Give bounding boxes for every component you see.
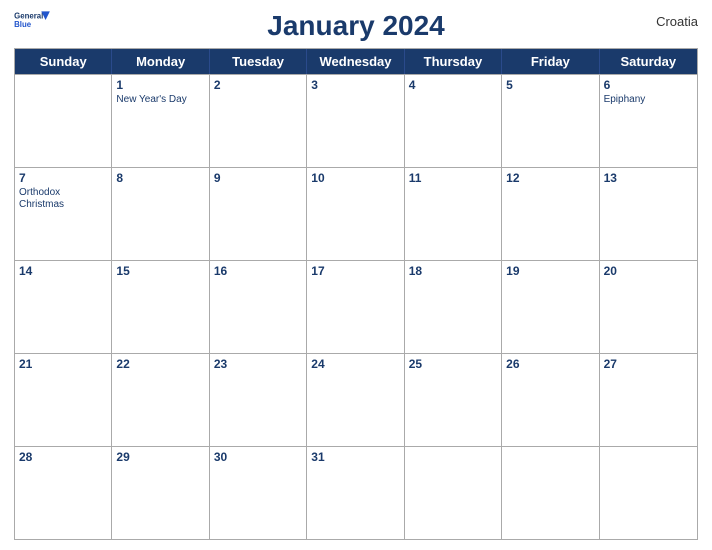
day-cell: 3 [307,75,404,167]
day-cell: 27 [600,354,697,446]
day-number: 20 [604,264,693,278]
day-number: 7 [19,171,107,185]
day-number: 25 [409,357,497,371]
day-number: 8 [116,171,204,185]
day-number: 3 [311,78,399,92]
day-number: 2 [214,78,302,92]
calendar-header: General Blue January 2024 Croatia [14,10,698,42]
country-label: Croatia [656,14,698,29]
day-number: 13 [604,171,693,185]
calendar-grid: SundayMondayTuesdayWednesdayThursdayFrid… [14,48,698,540]
day-cell: 31 [307,447,404,539]
day-number: 24 [311,357,399,371]
day-cell: 28 [15,447,112,539]
week-row-1: 1 New Year's Day 23456 Epiphany [15,74,697,167]
day-number: 27 [604,357,693,371]
day-header-sunday: Sunday [15,49,112,74]
day-number: 16 [214,264,302,278]
day-cell: 23 [210,354,307,446]
event-label: New Year's Day [116,94,204,106]
day-header-monday: Monday [112,49,209,74]
day-cell: 2 [210,75,307,167]
svg-text:Blue: Blue [14,20,32,29]
day-number: 29 [116,450,204,464]
day-cell: 18 [405,261,502,353]
day-cell: 13 [600,168,697,260]
day-number: 31 [311,450,399,464]
day-number: 18 [409,264,497,278]
day-header-wednesday: Wednesday [307,49,404,74]
day-number: 15 [116,264,204,278]
day-number: 26 [506,357,594,371]
day-cell: 17 [307,261,404,353]
day-header-thursday: Thursday [405,49,502,74]
day-number: 30 [214,450,302,464]
day-cell: 10 [307,168,404,260]
day-number: 23 [214,357,302,371]
calendar-title: January 2024 [267,10,444,42]
day-number: 17 [311,264,399,278]
calendar-container: General Blue January 2024 Croatia Sunday… [0,0,712,550]
day-cell: 16 [210,261,307,353]
day-number: 5 [506,78,594,92]
day-number: 14 [19,264,107,278]
week-row-3: 14 15 16 17 18 19 20 [15,260,697,353]
day-cell: 11 [405,168,502,260]
day-cell: 15 [112,261,209,353]
day-cell: 12 [502,168,599,260]
week-row-4: 21 22 23 24 25 26 27 [15,353,697,446]
day-cell: 9 [210,168,307,260]
day-cell: 14 [15,261,112,353]
day-cell [600,447,697,539]
day-cell: 24 [307,354,404,446]
day-cell [15,75,112,167]
day-number: 4 [409,78,497,92]
svg-text:General: General [14,12,43,21]
day-cell: 19 [502,261,599,353]
day-headers: SundayMondayTuesdayWednesdayThursdayFrid… [15,49,697,74]
day-number: 19 [506,264,594,278]
day-cell: 1 New Year's Day [112,75,209,167]
weeks-container: 1New Year's Day23456Epiphany7Orthodox Ch… [15,74,697,539]
day-cell: 6 Epiphany [600,75,697,167]
day-number: 6 [604,78,693,92]
logo-area: General Blue [14,10,50,30]
day-cell: 26 [502,354,599,446]
week-row-2: 7 Orthodox Christmas 89 10 11 12 13 [15,167,697,260]
day-cell: 8 [112,168,209,260]
day-number: 10 [311,171,399,185]
day-header-friday: Friday [502,49,599,74]
day-cell: 21 [15,354,112,446]
day-header-tuesday: Tuesday [210,49,307,74]
day-number: 28 [19,450,107,464]
day-number: 21 [19,357,107,371]
event-label: Orthodox Christmas [19,187,107,211]
day-cell: 29 [112,447,209,539]
day-cell: 25 [405,354,502,446]
day-number: 9 [214,171,302,185]
week-row-5: 28 29 30 31 [15,446,697,539]
day-cell: 22 [112,354,209,446]
logo-icon: General Blue [14,10,50,30]
day-cell [502,447,599,539]
day-cell: 7 Orthodox Christmas [15,168,112,260]
day-cell: 30 [210,447,307,539]
day-cell: 4 [405,75,502,167]
day-number: 1 [116,78,204,92]
day-number: 22 [116,357,204,371]
day-cell [405,447,502,539]
day-cell: 5 [502,75,599,167]
day-cell: 20 [600,261,697,353]
day-number: 12 [506,171,594,185]
day-number: 11 [409,171,497,185]
day-header-saturday: Saturday [600,49,697,74]
event-label: Epiphany [604,94,693,106]
